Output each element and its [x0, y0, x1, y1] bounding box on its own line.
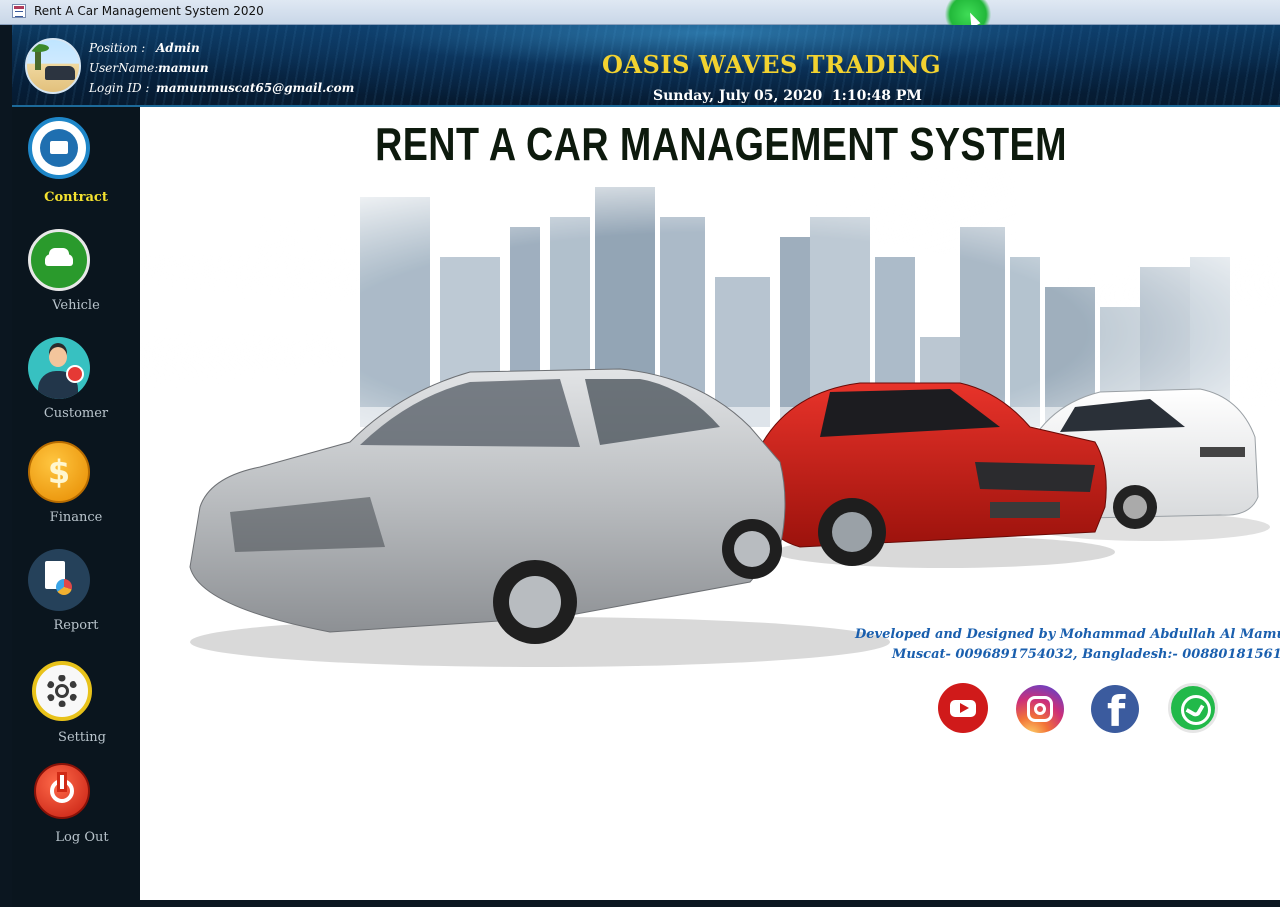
youtube-icon[interactable] — [938, 683, 988, 733]
app-icon — [12, 4, 26, 18]
login-label: Login ID : — [89, 81, 150, 95]
palm-tree-icon — [27, 44, 49, 70]
sidebar-item-logout[interactable]: Log Out — [6, 830, 146, 845]
sidebar-item-vehicle[interactable]: Vehicle — [0, 298, 140, 313]
report-icon[interactable] — [28, 549, 90, 611]
facebook-glyph: f — [1107, 687, 1126, 733]
position-value: Admin — [156, 41, 200, 55]
gear-icon[interactable] — [32, 661, 92, 721]
add-badge-icon — [66, 365, 84, 383]
sidebar-nav: Contract Vehicle Customer $ Finance Repo… — [12, 107, 140, 907]
window-title: Rent A Car Management System 2020 — [34, 4, 264, 18]
current-datetime: Sunday, July 05, 2020 1:10:48 PM — [653, 88, 922, 104]
sidebar-item-setting[interactable]: Setting — [6, 730, 146, 745]
login-value: mamunmuscat65@gmail.com — [156, 81, 355, 95]
company-name: OASIS WAVES TRADING — [602, 50, 942, 79]
window-title-bar[interactable]: Rent A Car Management System 2020 — [0, 0, 1280, 36]
sidebar-item-finance[interactable]: Finance — [12, 510, 140, 525]
header-banner: Position : Admin UserName: mamun Login I… — [12, 25, 1280, 107]
developer-contact: Muscat- 0096891754032, Bangladesh:- 0088… — [892, 647, 1280, 662]
customer-icon[interactable] — [28, 337, 90, 399]
main-content: RENT A CAR MANAGEMENT SYSTEM Developed a… — [140, 107, 1280, 900]
hero-image — [140, 167, 1280, 667]
window-bottom-border — [140, 900, 1280, 907]
page-title: RENT A CAR MANAGEMENT SYSTEM — [375, 118, 1067, 170]
car-icon[interactable] — [28, 229, 90, 291]
facebook-icon[interactable]: f — [1091, 685, 1139, 733]
sidebar-item-contract[interactable]: Contract — [12, 190, 140, 205]
power-icon[interactable] — [34, 763, 90, 819]
dollar-glyph: $ — [47, 453, 71, 491]
logo-car-icon — [45, 66, 75, 80]
username-label: UserName: — [89, 61, 159, 75]
instagram-icon[interactable] — [1016, 685, 1064, 733]
developer-credit: Developed and Designed by Mohammad Abdul… — [855, 627, 1280, 642]
company-logo — [25, 38, 81, 94]
whatsapp-icon[interactable] — [1168, 683, 1218, 733]
sidebar-item-report[interactable]: Report — [12, 618, 140, 633]
dollar-icon[interactable]: $ — [28, 441, 90, 503]
position-label: Position : — [89, 41, 146, 55]
contract-icon[interactable] — [28, 117, 90, 179]
sidebar-item-customer[interactable]: Customer — [12, 406, 140, 421]
username-value: mamun — [158, 61, 209, 75]
